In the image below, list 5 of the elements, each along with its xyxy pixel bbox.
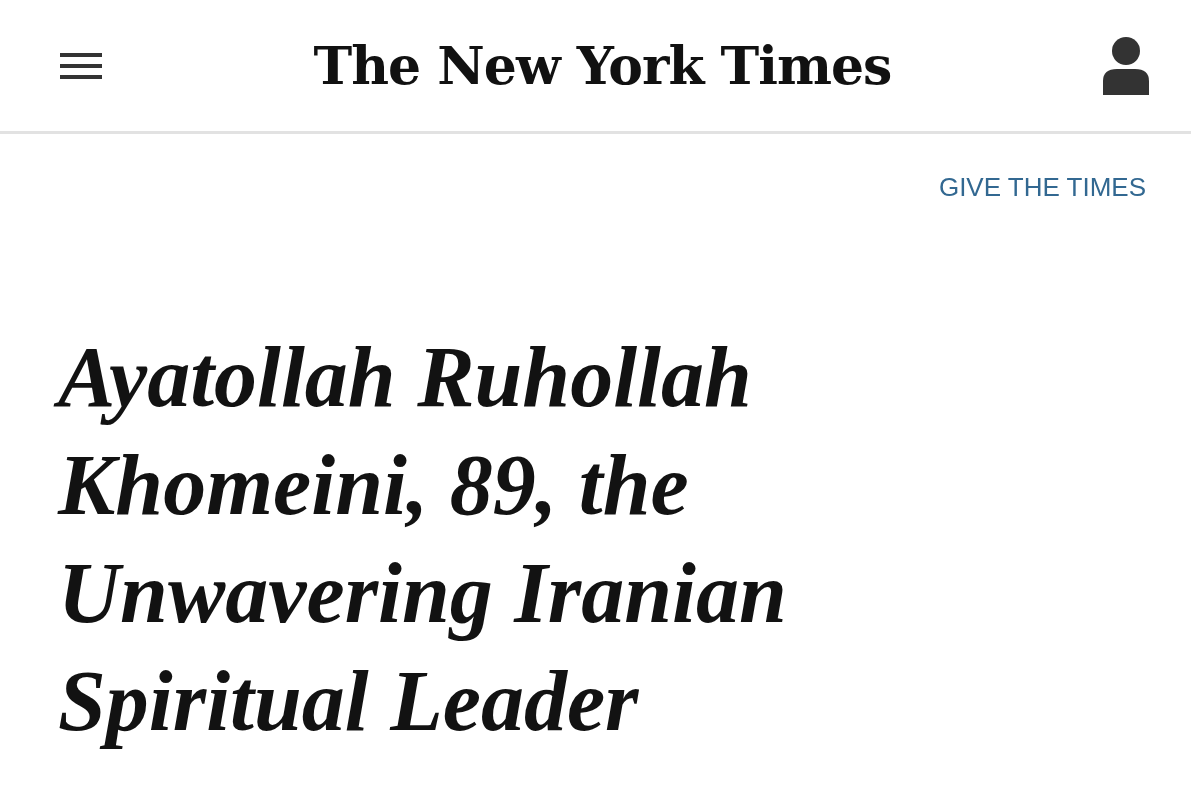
headline: Ayatollah Ruhollah Khomeini, 89, the Unwavering Iranian Spiritual Leader [46,311,888,771]
menu-icon[interactable] [60,52,102,79]
account-icon[interactable] [1103,36,1149,95]
give-link[interactable]: GIVE THE TIMES [938,172,1146,203]
site-logo[interactable]: The New York Times [313,35,892,96]
